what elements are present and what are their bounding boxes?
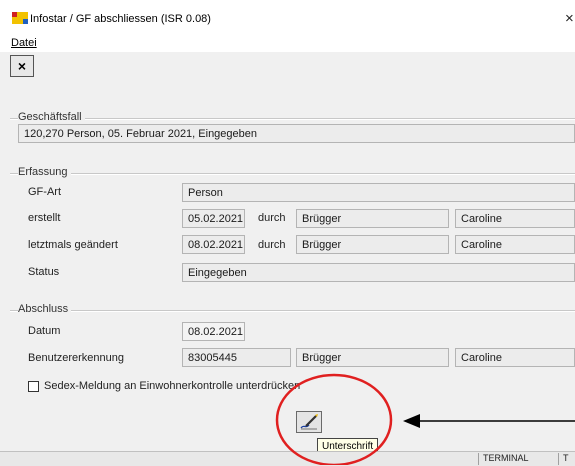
geschaeftsfall-field: 120,270 Person, 05. Februar 2021, Eingeg… [18,124,575,143]
datum-field[interactable]: 08.02.2021 [182,322,245,341]
erstellt-name-field: Brügger [296,209,449,228]
label-erstellt: erstellt [28,212,61,224]
benutzer-id-field: 83005445 [182,348,291,367]
menu-bar [0,34,575,52]
status-cell-terminal: TERMINAL [478,453,563,465]
app-icon [12,12,28,24]
section-label-geschaeftsfall: Geschäftsfall [18,111,85,123]
separator-geschaeftsfall [10,118,575,120]
client-area [0,52,575,465]
separator-abschluss [10,310,575,312]
sedex-checkbox-label[interactable]: Sedex-Meldung an Einwohnerkontrolle unte… [44,380,300,392]
benutzer-name-field: Brügger [296,348,449,367]
geaendert-name-field: Brügger [296,235,449,254]
signature-button[interactable] [296,411,322,433]
label-status: Status [28,266,60,278]
signature-pen-icon [300,414,318,430]
menu-item-datei-label: Datei [11,37,37,49]
status-field: Eingegeben [182,263,575,282]
label-gf-art: GF-Art [28,186,61,198]
geaendert-date-field: 08.02.2021 [182,235,245,254]
gf-art-field: Person [182,183,575,202]
label-benutzererkennung: Benutzererkennung [28,352,125,364]
label-datum: Datum [28,325,61,337]
sedex-checkbox[interactable] [28,381,39,392]
window-title: Infostar / GF abschliessen (ISR 0.08) [30,13,211,25]
section-label-abschluss: Abschluss [18,303,72,315]
label-letztmals-geaendert: letztmals geändert [28,239,118,251]
label-geaendert-durch: durch [258,239,286,251]
label-erstellt-durch: durch [258,212,286,224]
window-close-button[interactable]: × [565,10,574,27]
erstellt-date-field: 05.02.2021 [182,209,245,228]
menu-item-datei[interactable]: Datei [11,37,37,49]
geaendert-vorname-field: Caroline [455,235,575,254]
section-label-erfassung: Erfassung [18,166,71,178]
toolbar-close-button[interactable]: × [10,55,34,77]
status-cell-t: T [558,453,575,465]
erstellt-vorname-field: Caroline [455,209,575,228]
benutzer-vorname-field: Caroline [455,348,575,367]
separator-erfassung [10,173,575,175]
close-icon: × [17,58,27,74]
